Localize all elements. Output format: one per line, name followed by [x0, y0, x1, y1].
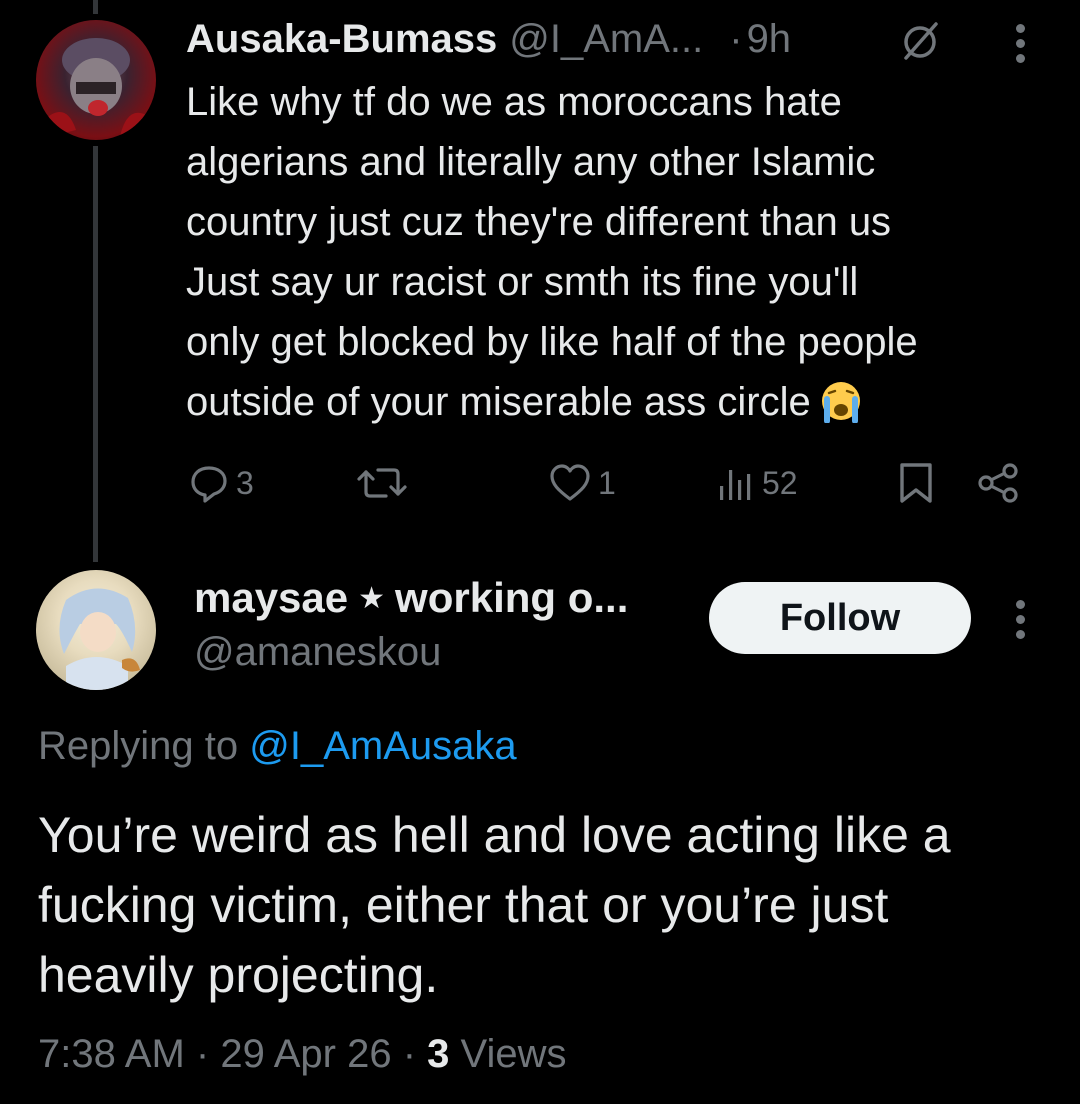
- parent-header: Ausaka-Bumass @I_AmA... · 9h: [186, 14, 791, 64]
- bookmark-icon: [900, 463, 932, 503]
- separator-dot: ·: [729, 16, 743, 61]
- parent-avatar[interactable]: [36, 20, 156, 140]
- like-count: 1: [598, 464, 616, 501]
- avatar-art: [36, 38, 156, 140]
- views-chart-icon: [720, 470, 751, 500]
- replying-to-label: Replying to: [38, 724, 239, 768]
- more-options-icon[interactable]: [1014, 24, 1026, 68]
- retweet-icon: [357, 468, 407, 498]
- meta-separator: ·: [195, 1032, 210, 1076]
- reply-tweet-text: You’re weird as hell and love acting lik…: [38, 800, 1068, 1010]
- tweet-text-line: only get blocked by like half of the peo…: [186, 320, 918, 364]
- parent-timestamp[interactable]: 9h: [747, 17, 792, 62]
- reply-name-suffix: working o...: [395, 574, 629, 621]
- parent-tweet-text: Like why tf do we as moroccans hate alge…: [186, 72, 1056, 432]
- meta-separator: ·: [402, 1032, 417, 1076]
- replying-to-mention[interactable]: @I_AmAusaka: [249, 724, 516, 768]
- replying-to-line: Replying to @I_AmAusaka: [38, 724, 517, 769]
- tweet-text-line: country just cuz they're different than …: [186, 200, 892, 244]
- reply-display-name: maysae: [194, 574, 349, 621]
- follow-button[interactable]: Follow: [709, 582, 971, 654]
- tweet-views-count: 3: [427, 1032, 450, 1076]
- parent-handle[interactable]: @I_AmA...: [509, 17, 703, 62]
- thread-line-top: [93, 0, 98, 14]
- tweet-action-bar: 3 1 52: [0, 452, 1080, 514]
- views-button[interactable]: 52: [716, 452, 798, 514]
- more-options-icon[interactable]: [1014, 600, 1026, 644]
- tweet-text-line: fucking victim, either that or you’re ju…: [38, 877, 889, 933]
- reply-count: 3: [236, 464, 254, 501]
- views-count: 52: [762, 464, 798, 501]
- tweet-text-line: You’re weird as hell and love acting lik…: [38, 807, 951, 863]
- grok-icon[interactable]: [900, 20, 942, 62]
- avatar-art: [59, 588, 140, 690]
- bookmark-button[interactable]: [896, 452, 936, 514]
- share-button[interactable]: [976, 452, 1022, 514]
- reply-icon: [191, 466, 227, 503]
- tweet-text-line: Like why tf do we as moroccans hate: [186, 80, 842, 124]
- reply-name-row[interactable]: maysae ★ working o...: [194, 574, 628, 622]
- tweet-text-line-last: outside of your miserable ass circle: [186, 372, 1056, 432]
- parent-display-name[interactable]: Ausaka-Bumass: [186, 17, 497, 62]
- reply-handle[interactable]: @amaneskou: [194, 630, 441, 675]
- reply-avatar[interactable]: [36, 570, 156, 690]
- tweet-text-line: Just say ur racist or smth its fine you'…: [186, 260, 859, 304]
- like-button[interactable]: 1: [548, 452, 616, 514]
- retweet-button[interactable]: [352, 452, 412, 514]
- tweet-text-line: outside of your miserable ass circle: [186, 380, 811, 424]
- tweet-text-line: algerians and literally any other Islami…: [186, 140, 876, 184]
- tweet-date[interactable]: 29 Apr 26: [220, 1032, 391, 1076]
- star-icon: ★: [358, 582, 386, 615]
- tweet-views-label: Views: [460, 1032, 567, 1076]
- loudly-crying-face-icon: [821, 382, 860, 423]
- tweet-meta: 7:38 AM · 29 Apr 26 · 3 Views: [38, 1032, 567, 1077]
- heart-icon: [550, 464, 590, 501]
- reply-button[interactable]: 3: [188, 452, 254, 514]
- tweet-text-line: heavily projecting.: [38, 947, 439, 1003]
- tweet-time[interactable]: 7:38 AM: [38, 1032, 185, 1076]
- share-icon: [978, 463, 1018, 503]
